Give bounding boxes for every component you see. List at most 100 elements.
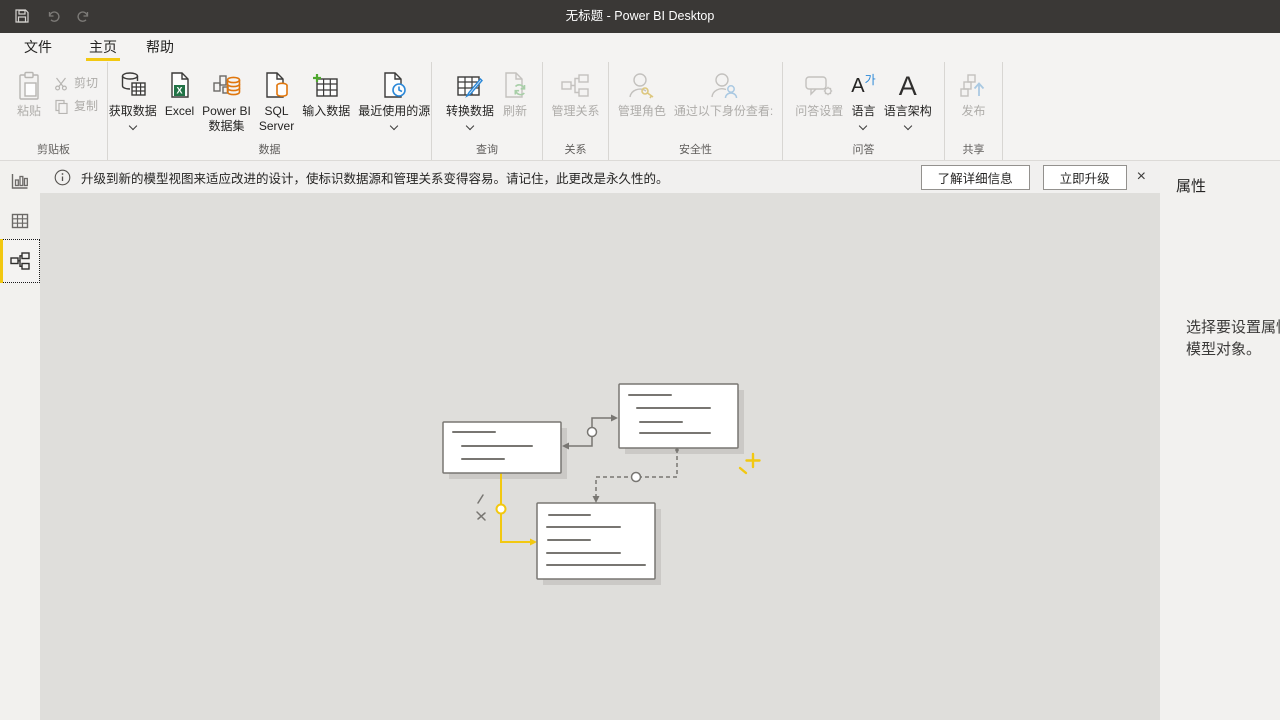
group-label-relationships: 关系 <box>543 141 608 157</box>
excel-icon: X <box>166 68 192 104</box>
ribbon-group-queries: 转换数据 刷新 查询 <box>432 62 543 160</box>
group-label-queries: 查询 <box>432 141 542 157</box>
excel-label: Excel <box>165 104 194 119</box>
group-label-qa: 问答 <box>783 141 944 157</box>
copy-button[interactable]: 复制 <box>54 99 98 114</box>
tab-file[interactable]: 文件 <box>24 33 52 62</box>
linguistic-schema-button[interactable]: A 语言架构 <box>880 66 936 129</box>
power-bi-desktop-window: 无标题 - Power BI Desktop 文件 主页 帮助 粘贴 <box>0 0 1280 720</box>
enter-data-label: 输入数据 <box>302 104 350 119</box>
language-button[interactable]: A가 语言 <box>847 66 879 129</box>
recent-sources-icon <box>381 68 407 104</box>
model-view-button[interactable] <box>0 239 40 283</box>
paste-label: 粘贴 <box>17 104 41 119</box>
ribbon-group-clipboard: 粘贴 剪切 复制 剪 <box>0 62 108 160</box>
enter-data-button[interactable]: 输入数据 <box>298 66 354 119</box>
ribbon-tab-row: 文件 主页 帮助 <box>0 33 1280 62</box>
close-icon[interactable]: × <box>1137 169 1146 185</box>
properties-empty-state-text: 选择要设置属性的 模型对象。 <box>1186 317 1280 361</box>
svg-text:X: X <box>177 86 183 96</box>
transform-data-label: 转换数据 <box>446 104 494 119</box>
report-view-icon <box>10 171 30 191</box>
manage-relationships-button[interactable]: 管理关系 <box>547 66 603 119</box>
sql-server-label-line2: Server <box>259 119 294 134</box>
notification-message: 升级到新的模型视图来适应改进的设计，使标识数据源和管理关系变得容易。请记住，此更… <box>81 168 669 187</box>
title-bar: 无标题 - Power BI Desktop <box>0 0 1280 33</box>
get-data-label: 获取数据 <box>109 104 157 119</box>
publish-icon <box>959 68 989 104</box>
empty-model-illustration <box>435 375 775 600</box>
manage-roles-button[interactable]: 管理角色 <box>614 66 670 119</box>
chevron-down-icon <box>390 122 398 130</box>
manage-roles-label: 管理角色 <box>618 104 666 119</box>
power-bi-datasets-label-line1: Power BI <box>202 104 251 119</box>
recent-sources-button[interactable]: 最近使用的源 <box>354 66 434 129</box>
transform-data-icon <box>455 68 485 104</box>
sql-server-label-line1: SQL <box>265 104 289 119</box>
language-label: 语言 <box>851 104 875 119</box>
sql-server-icon <box>263 68 291 104</box>
ribbon-group-qa: 问答设置 A가 语言 A 语言架构 问答 <box>783 62 945 160</box>
linguistic-schema-label: 语言架构 <box>884 104 932 119</box>
copy-icon <box>54 99 69 114</box>
paste-button[interactable]: 粘贴 <box>12 66 46 119</box>
linguistic-schema-icon: A <box>899 68 917 104</box>
selected-view-indicator <box>0 239 3 283</box>
publish-button[interactable]: 发布 <box>955 66 993 119</box>
transform-data-button[interactable]: 转换数据 <box>442 66 498 129</box>
model-view-canvas[interactable] <box>40 193 1160 720</box>
learn-more-button[interactable]: 了解详细信息 <box>921 165 1030 190</box>
refresh-button[interactable]: 刷新 <box>498 66 532 119</box>
group-label-share: 共享 <box>945 141 1002 157</box>
chevron-down-icon <box>129 122 137 130</box>
speech-bubble-gear-icon <box>803 68 835 104</box>
publish-label: 发布 <box>961 104 985 119</box>
cut-button[interactable]: 剪切 <box>54 76 98 91</box>
paste-icon <box>16 68 42 104</box>
window-title: 无标题 - Power BI Desktop <box>0 0 1280 33</box>
language-icon: A가 <box>851 68 875 104</box>
recent-sources-label: 最近使用的源 <box>358 104 430 119</box>
group-label-security: 安全性 <box>609 141 782 157</box>
view-as-label: 通过以下身份查看: <box>674 104 773 119</box>
chevron-down-icon <box>466 122 474 130</box>
data-view-icon <box>10 211 30 231</box>
tab-home[interactable]: 主页 <box>89 33 117 62</box>
chevron-down-icon <box>903 122 911 130</box>
refresh-label: 刷新 <box>503 104 527 119</box>
ribbon-group-security: 管理角色 通过以下身份查看: 安全性 <box>609 62 783 160</box>
copy-label: 复制 <box>74 99 98 114</box>
view-as-button[interactable]: 通过以下身份查看: <box>670 66 777 119</box>
sql-server-button[interactable]: SQL Server <box>255 66 298 134</box>
model-view-icon <box>9 250 31 272</box>
ribbon-group-data: 获取数据 X Excel Power BI 数据集 <box>108 62 432 160</box>
qa-settings-label: 问答设置 <box>795 104 843 119</box>
manage-relationships-label: 管理关系 <box>551 104 599 119</box>
power-bi-datasets-button[interactable]: Power BI 数据集 <box>198 66 255 134</box>
upgrade-now-button[interactable]: 立即升级 <box>1043 165 1127 190</box>
power-bi-datasets-icon <box>212 68 242 104</box>
manage-relationships-icon <box>560 68 590 104</box>
tab-help[interactable]: 帮助 <box>146 33 174 62</box>
scissors-icon <box>54 76 69 91</box>
person-view-icon <box>708 68 740 104</box>
enter-data-icon <box>311 68 341 104</box>
report-view-button[interactable] <box>0 161 40 201</box>
properties-panel-title: 属性 <box>1176 175 1206 196</box>
excel-button[interactable]: X Excel <box>161 66 198 119</box>
ribbon-group-share: 发布 共享 <box>945 62 1003 160</box>
qa-settings-button[interactable]: 问答设置 <box>791 66 847 119</box>
view-switcher-sidebar <box>0 161 40 720</box>
ribbon: 粘贴 剪切 复制 剪 <box>0 62 1280 161</box>
person-key-icon <box>626 68 658 104</box>
chevron-down-icon <box>859 122 867 130</box>
properties-panel: 属性 选择要设置属性的 模型对象。 <box>1160 161 1280 720</box>
refresh-icon <box>502 68 528 104</box>
cut-label: 剪切 <box>74 76 98 91</box>
database-table-icon <box>119 68 147 104</box>
get-data-button[interactable]: 获取数据 <box>105 66 161 129</box>
group-label-data: 数据 <box>108 141 431 157</box>
group-label-clipboard: 剪贴板 <box>0 141 107 157</box>
upgrade-notification-bar: 升级到新的模型视图来适应改进的设计，使标识数据源和管理关系变得容易。请记住，此更… <box>40 161 1160 193</box>
data-view-button[interactable] <box>0 201 40 241</box>
